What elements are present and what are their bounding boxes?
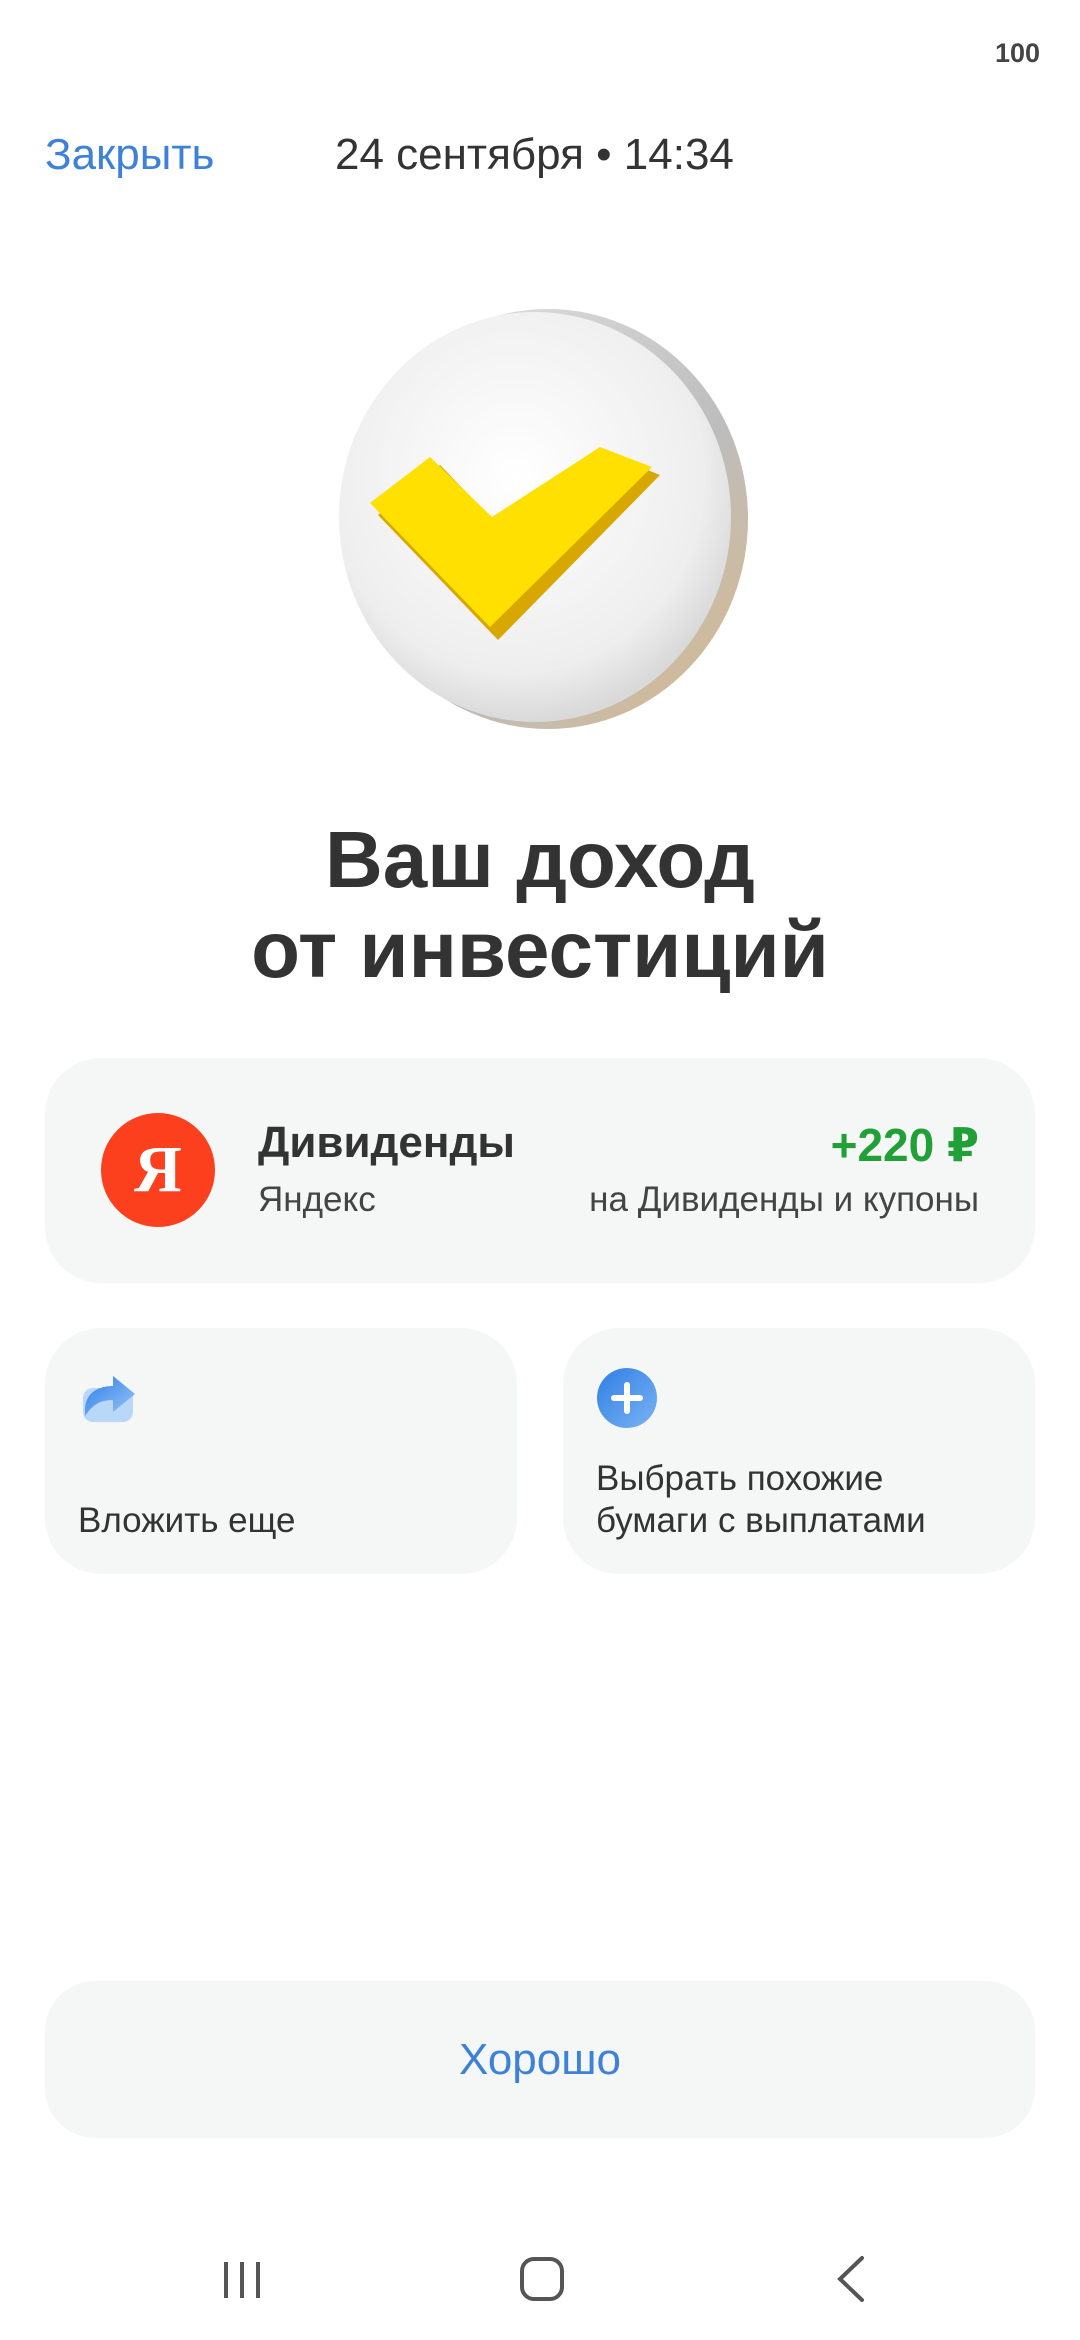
dividend-card[interactable]: Я Дивиденды Яндекс +220 ₽ на Дивиденды и…	[45, 1058, 1035, 1283]
dividend-amount: +220 ₽	[830, 1119, 979, 1171]
recent-apps-icon[interactable]	[218, 2254, 268, 2309]
choose-similar-label-line-2: бумаги с выплатами	[596, 1501, 926, 1540]
dividend-description: на Дивиденды и купоны	[589, 1180, 979, 1219]
battery-level: 100	[994, 38, 1040, 68]
back-icon[interactable]	[828, 2254, 878, 2309]
system-navigation-bar	[0, 2240, 1080, 2320]
dividend-company: Яндекс	[258, 1180, 376, 1219]
yandex-logo-letter: Я	[134, 1133, 182, 1206]
page-title: Ваш доход от инвестиций	[0, 815, 1080, 995]
choose-similar-label-line-1: Выбрать похожие	[596, 1459, 884, 1498]
choose-similar-label: Выбрать похожие бумаги с выплатами	[596, 1458, 926, 1542]
yandex-logo: Я	[101, 1113, 215, 1227]
ok-button[interactable]: Хорошо	[45, 1981, 1035, 2138]
dividend-title: Дивиденды	[258, 1118, 515, 1167]
home-icon[interactable]	[518, 2254, 568, 2309]
title-line-2: от инвестиций	[251, 905, 829, 994]
invest-more-button[interactable]: Вложить еще	[45, 1328, 517, 1574]
checkmark-coin-icon	[330, 305, 755, 735]
invest-more-label: Вложить еще	[78, 1501, 296, 1540]
choose-similar-button[interactable]: Выбрать похожие бумаги с выплатами	[563, 1328, 1035, 1574]
share-arrow-icon	[77, 1366, 141, 1430]
plus-circle-icon	[595, 1366, 659, 1430]
operation-datetime: 24 сентября • 14:34	[335, 130, 734, 179]
title-line-1: Ваш доход	[325, 815, 755, 904]
close-button[interactable]: Закрыть	[45, 130, 214, 180]
